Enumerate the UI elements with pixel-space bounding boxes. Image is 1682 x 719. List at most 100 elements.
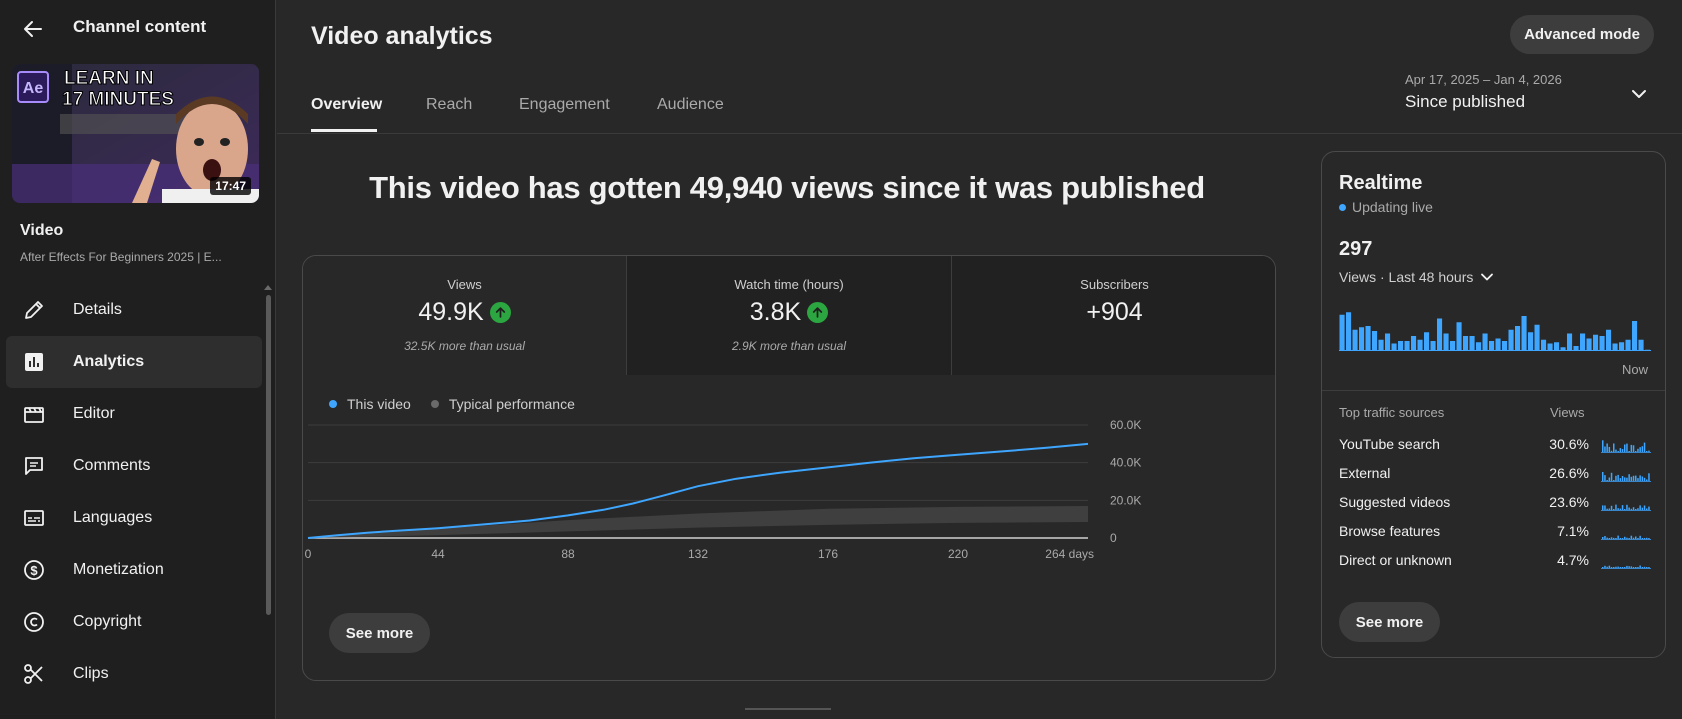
sparkline-bar xyxy=(1624,477,1626,481)
sparkline-bar xyxy=(1613,537,1615,539)
sidebar-item-comments[interactable]: Comments xyxy=(6,440,262,492)
sidebar-nav: Details Analytics Editor Comments Langua… xyxy=(6,284,262,700)
metric-subscribers[interactable]: Subscribers +904 xyxy=(952,256,1275,375)
thumbnail-text-1: LEARN IN xyxy=(64,68,154,89)
y-tick-label: 40.0K xyxy=(1110,456,1141,470)
sparkline-bar xyxy=(1604,446,1606,452)
sidebar-item-details[interactable]: Details xyxy=(6,284,262,336)
sidebar-item-languages[interactable]: Languages xyxy=(6,492,262,544)
sparkline-bar xyxy=(1635,451,1637,452)
y-tick-label: 0 xyxy=(1110,531,1117,545)
date-range[interactable]: Apr 17, 2025 – Jan 4, 2026 xyxy=(1405,72,1562,87)
sparkline-bar xyxy=(1606,508,1608,510)
video-thumbnail[interactable]: Ae LEARN IN 17 MINUTES 17:47 xyxy=(12,64,259,203)
sparkline-bar xyxy=(1643,538,1646,539)
sparkline-bar xyxy=(1646,537,1648,539)
sparkline-bar xyxy=(1615,475,1617,481)
tab-audience[interactable]: Audience xyxy=(657,96,724,114)
sparkline-bar xyxy=(1639,447,1641,452)
sidebar-item-copyright[interactable]: Copyright xyxy=(6,596,262,648)
realtime-bar xyxy=(1554,342,1560,351)
metric-views[interactable]: Views 49.9K 32.5K more than usual xyxy=(303,256,627,375)
traffic-source-row[interactable]: Direct or unknown 4.7% xyxy=(1339,548,1651,572)
x-tick-label: 88 xyxy=(561,547,575,561)
sparkline-bar xyxy=(1648,538,1650,539)
realtime-live-status: Updating live xyxy=(1339,199,1433,215)
see-more-button[interactable]: See more xyxy=(329,613,430,653)
realtime-bar xyxy=(1359,327,1365,351)
traffic-source-row[interactable]: YouTube search 30.6% xyxy=(1339,432,1651,456)
realtime-bar xyxy=(1593,334,1599,351)
tab-reach[interactable]: Reach xyxy=(426,96,472,114)
realtime-period-label: Views · Last 48 hours xyxy=(1339,269,1474,285)
metric-value-row: 49.9K xyxy=(303,298,626,327)
sparkline-bar xyxy=(1643,566,1646,568)
traffic-source-row[interactable]: Browse features 7.1% xyxy=(1339,519,1651,543)
realtime-period-dropdown[interactable]: Views · Last 48 hours xyxy=(1339,267,1497,287)
sparkline-bar xyxy=(1628,474,1630,481)
sparkline-bar xyxy=(1606,480,1608,481)
realtime-bar xyxy=(1541,339,1547,351)
sparkline-bar xyxy=(1613,509,1615,510)
date-range-label[interactable]: Since published xyxy=(1405,92,1525,112)
metric-watch-time[interactable]: Watch time (hours) 3.8K 2.9K more than u… xyxy=(627,256,952,375)
realtime-divider xyxy=(1322,390,1665,391)
realtime-bar xyxy=(1502,341,1508,351)
realtime-bar xyxy=(1534,324,1540,351)
scroll-up-arrow[interactable] xyxy=(264,285,272,290)
sparkline-bar xyxy=(1641,538,1644,539)
metric-value: 49.9K xyxy=(418,298,484,326)
copyright-icon xyxy=(20,608,48,636)
realtime-see-more-button[interactable]: See more xyxy=(1339,602,1440,642)
sparkline-bar xyxy=(1621,505,1624,510)
sparkline-bar xyxy=(1606,566,1608,568)
traffic-source-percent: 26.6% xyxy=(1549,465,1589,481)
sparkline-bar xyxy=(1608,565,1611,568)
sparkline-bar xyxy=(1643,442,1646,452)
metric-comparison: 2.9K more than usual xyxy=(731,339,847,353)
realtime-bar xyxy=(1378,339,1384,351)
sparkline-bar xyxy=(1632,567,1635,568)
sparkline-bar xyxy=(1602,472,1604,481)
arrow-up-icon xyxy=(807,302,829,323)
realtime-bar xyxy=(1599,336,1605,351)
realtime-bar xyxy=(1489,341,1495,351)
sparkline-bar xyxy=(1610,537,1613,539)
sparkline-bar xyxy=(1646,508,1648,510)
tab-engagement[interactable]: Engagement xyxy=(519,96,610,114)
realtime-bar-chart[interactable] xyxy=(1339,307,1651,351)
back-button[interactable] xyxy=(18,14,48,44)
header-divider xyxy=(277,133,1682,134)
metric-value: +904 xyxy=(1086,298,1143,326)
sidebar-item-clips[interactable]: Clips xyxy=(6,648,262,700)
sparkline-bar xyxy=(1615,566,1617,568)
realtime-bar xyxy=(1450,341,1456,351)
realtime-bar xyxy=(1482,333,1488,351)
sidebar-item-monetization[interactable]: $ Monetization xyxy=(6,544,262,596)
svg-text:$: $ xyxy=(30,563,38,578)
views-header: Views xyxy=(1550,405,1585,420)
x-tick-label: 264 days xyxy=(1045,547,1094,561)
realtime-bar xyxy=(1404,341,1410,351)
sparkline-bar xyxy=(1641,476,1644,481)
realtime-bar xyxy=(1417,339,1423,351)
sidebar-item-editor[interactable]: Editor xyxy=(6,388,262,440)
chevron-down-icon xyxy=(1481,273,1494,281)
sidebar-item-analytics[interactable]: Analytics xyxy=(6,336,262,388)
tab-overview[interactable]: Overview xyxy=(311,96,382,114)
traffic-source-row[interactable]: External 26.6% xyxy=(1339,461,1651,485)
realtime-bar xyxy=(1430,341,1436,351)
sparkline-bar xyxy=(1617,535,1619,539)
realtime-bar xyxy=(1352,329,1358,351)
sparkline-bar xyxy=(1626,477,1628,481)
sidebar-scrollbar[interactable] xyxy=(266,295,271,615)
sparkline-bar xyxy=(1639,535,1641,539)
traffic-source-percent: 30.6% xyxy=(1549,436,1589,452)
advanced-mode-button[interactable]: Advanced mode xyxy=(1510,15,1654,54)
sparkline-bar xyxy=(1628,538,1630,539)
views-chart[interactable]: 0 20.0K 40.0K 60.0K 0 44 88 132 176 220 264 days xyxy=(303,406,1276,564)
sparkline-bar xyxy=(1615,538,1617,539)
sparkline-bar xyxy=(1613,567,1615,568)
traffic-source-row[interactable]: Suggested videos 23.6% xyxy=(1339,490,1651,514)
chevron-down-icon[interactable] xyxy=(1627,82,1651,106)
